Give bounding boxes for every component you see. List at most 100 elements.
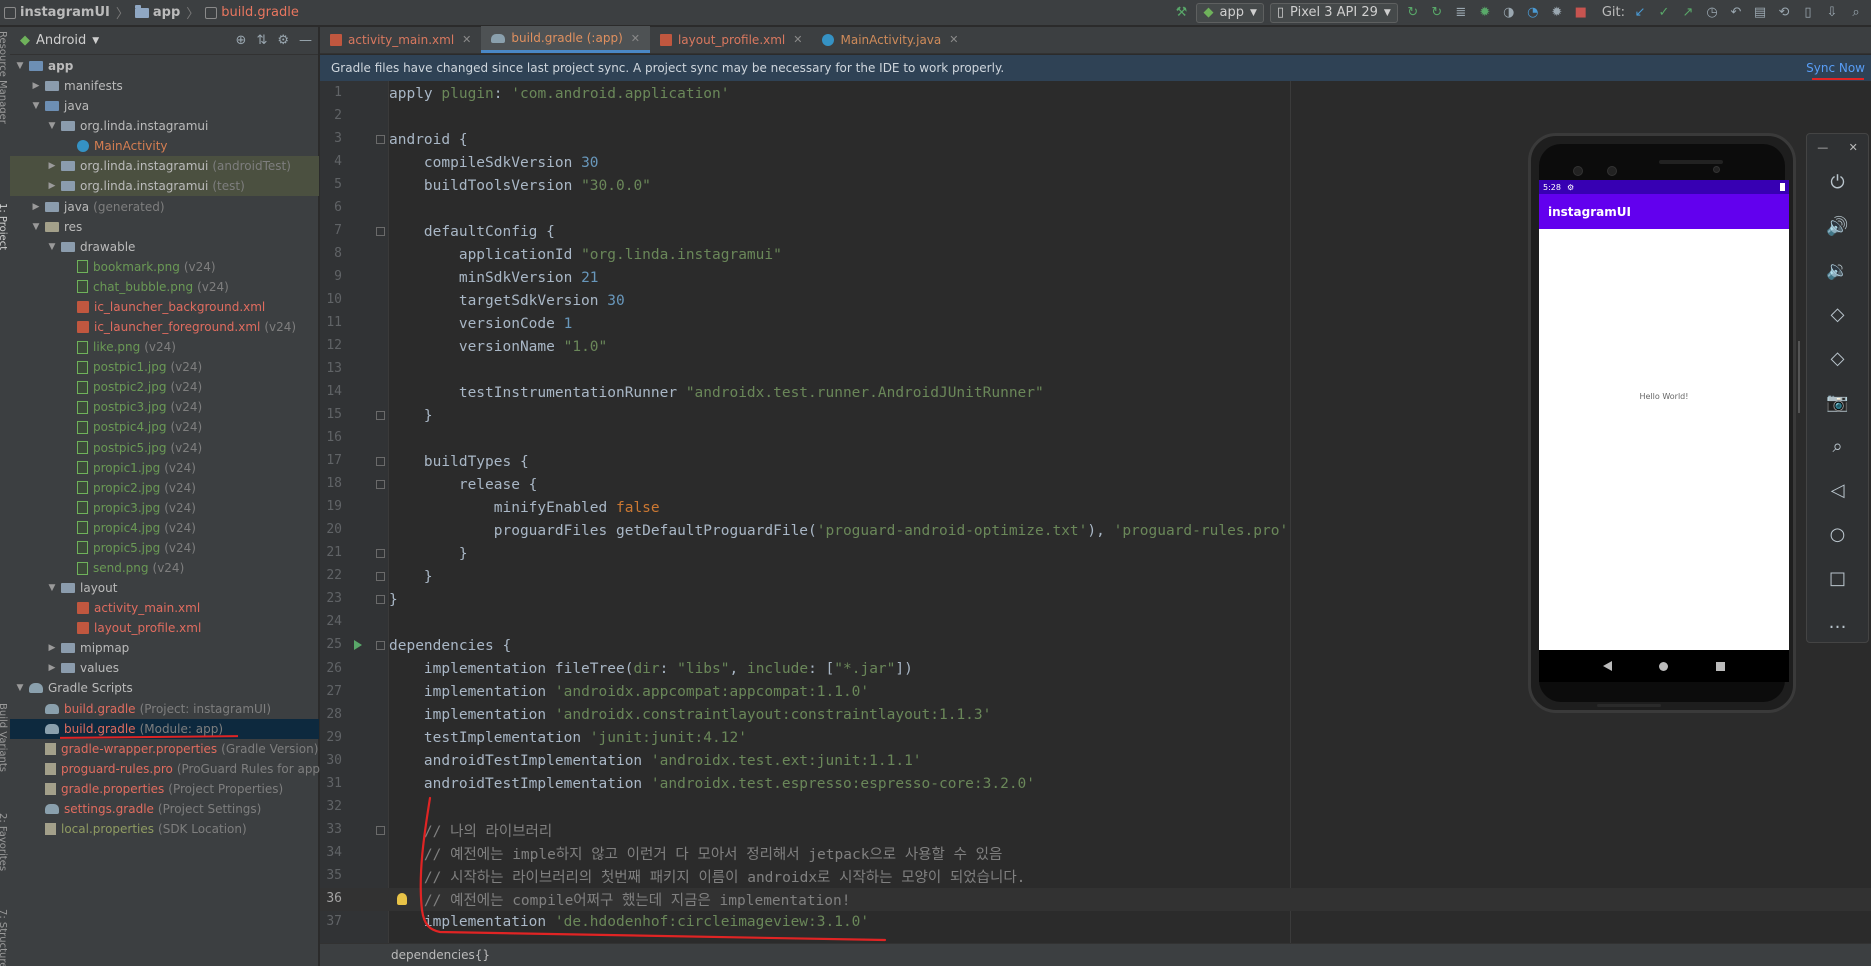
- breadcrumb-module[interactable]: app: [134, 4, 180, 20]
- rotate-right-icon[interactable]: ◇: [1807, 336, 1868, 380]
- expand-right-icon[interactable]: ▶: [30, 202, 42, 212]
- expand-down-icon[interactable]: ▼: [14, 61, 26, 71]
- tree-item[interactable]: ▼ res: [10, 217, 319, 237]
- emulator-resize-handle[interactable]: [1798, 341, 1800, 413]
- minimize-icon[interactable]: —: [299, 33, 312, 48]
- fold-marker-icon[interactable]: [376, 480, 385, 490]
- volume-down-icon[interactable]: 🔉: [1807, 248, 1868, 292]
- tree-item[interactable]: propic1.jpg (v24): [10, 458, 319, 478]
- device-select[interactable]: ▯ Pixel 3 API 29 ▼: [1269, 2, 1398, 23]
- tab-activity-main-xml[interactable]: activity_main.xml ✕: [320, 26, 481, 53]
- fold-marker-icon[interactable]: [376, 457, 385, 467]
- tree-item[interactable]: chat_bubble.png (v24): [10, 277, 319, 297]
- tree-item[interactable]: postpic2.jpg (v24): [10, 377, 319, 397]
- build-variants-tab[interactable]: Build Variants: [0, 703, 8, 772]
- tab-build-gradle-app[interactable]: build.gradle (:app) ✕: [481, 26, 650, 53]
- tree-item[interactable]: propic4.jpg (v24): [10, 518, 319, 538]
- resource-manager-tab[interactable]: Resource Manager: [0, 31, 8, 124]
- home-icon[interactable]: ○: [1807, 512, 1868, 556]
- search-icon[interactable]: ⌕: [1847, 4, 1865, 22]
- breadcrumb-file[interactable]: build.gradle: [205, 5, 299, 20]
- tree-item[interactable]: ▶ java (generated): [10, 197, 319, 217]
- tree-item[interactable]: ic_launcher_background.xml: [10, 297, 319, 317]
- expand-down-icon[interactable]: ▼: [46, 583, 58, 593]
- attach-process-icon[interactable]: ✹: [1548, 4, 1566, 22]
- sync-gradle-icon[interactable]: ⟲: [1775, 4, 1793, 22]
- tree-item[interactable]: ic_launcher_foreground.xml (v24): [10, 317, 319, 337]
- tree-item[interactable]: ▶ manifests: [10, 76, 319, 96]
- tree-item[interactable]: ▶ org.linda.instagramui (test): [10, 176, 319, 197]
- tree-item[interactable]: postpic4.jpg (v24): [10, 417, 319, 437]
- locate-icon[interactable]: ⊕: [236, 33, 247, 48]
- project-tool-tab[interactable]: 1: Project: [0, 203, 8, 250]
- tree-item[interactable]: ▼ org.linda.instagramui: [10, 116, 319, 136]
- nav-recents-icon[interactable]: [1716, 661, 1726, 671]
- gear-icon[interactable]: ⚙: [277, 33, 289, 48]
- tree-item[interactable]: like.png (v24): [10, 337, 319, 357]
- collapse-all-icon[interactable]: ⇅: [256, 33, 267, 48]
- emulator-screen[interactable]: 5:28 ⚙ instagramUI Hello World!: [1539, 180, 1789, 650]
- tree-item[interactable]: ▶ values: [10, 658, 319, 678]
- camera-icon[interactable]: 📷: [1807, 380, 1868, 424]
- expand-right-icon[interactable]: ▶: [30, 81, 42, 91]
- profile-icon[interactable]: ◔: [1524, 4, 1542, 22]
- tree-item[interactable]: build.gradle (Project: instagramUI): [10, 699, 319, 719]
- close-tab-icon[interactable]: ✕: [631, 32, 640, 45]
- tree-item[interactable]: ▼ Gradle Scripts: [10, 678, 319, 698]
- nav-back-icon[interactable]: [1602, 661, 1612, 671]
- tree-item[interactable]: send.png (v24): [10, 558, 319, 578]
- fold-marker-icon[interactable]: [376, 641, 385, 651]
- run-config-select[interactable]: ◆ app ▼: [1196, 2, 1264, 23]
- power-icon[interactable]: ⏻: [1807, 160, 1868, 204]
- expand-down-icon[interactable]: ▼: [30, 222, 42, 232]
- expand-down-icon[interactable]: ▼: [46, 242, 58, 252]
- fold-marker-icon[interactable]: [376, 825, 385, 835]
- tree-item[interactable]: ▼ drawable: [10, 237, 319, 257]
- tree-item[interactable]: postpic3.jpg (v24): [10, 397, 319, 417]
- expand-down-icon[interactable]: ▼: [14, 683, 26, 693]
- tree-item[interactable]: gradle.properties (Project Properties): [10, 779, 319, 799]
- tree-item[interactable]: proguard-rules.pro (ProGuard Rules for ap…: [10, 759, 325, 779]
- tab-mainactivity-java[interactable]: MainActivity.java ✕: [812, 26, 968, 53]
- tree-item[interactable]: gradle-wrapper.properties (Gradle Version…: [10, 739, 319, 759]
- expand-down-icon[interactable]: ▼: [30, 101, 42, 111]
- rotate-left-icon[interactable]: ◇: [1807, 292, 1868, 336]
- editor-breadcrumb-item[interactable]: dependencies{}: [391, 948, 490, 962]
- tree-item[interactable]: settings.gradle (Project Settings): [10, 799, 319, 819]
- tree-item[interactable]: ▼ app: [10, 56, 319, 76]
- fold-marker-icon[interactable]: [376, 549, 385, 559]
- close-tab-icon[interactable]: ✕: [793, 33, 802, 46]
- tree-item[interactable]: ▶ org.linda.instagramui (androidTest): [10, 156, 319, 177]
- sync-now-link[interactable]: Sync Now: [1806, 61, 1865, 75]
- rollback-icon[interactable]: ↶: [1727, 4, 1745, 22]
- git-push-icon[interactable]: ↗: [1679, 4, 1697, 22]
- stop-icon[interactable]: ■: [1572, 4, 1590, 22]
- attach-debugger-icon[interactable]: ≣: [1452, 4, 1470, 22]
- expand-down-icon[interactable]: ▼: [46, 121, 58, 131]
- back-icon[interactable]: ◁: [1807, 468, 1868, 512]
- structure-tab[interactable]: 7: Structure: [0, 909, 8, 966]
- expand-right-icon[interactable]: ▶: [46, 181, 58, 191]
- fold-marker-icon[interactable]: [376, 595, 385, 605]
- breadcrumb-project[interactable]: instagramUI: [4, 5, 110, 20]
- nav-home-icon[interactable]: [1659, 661, 1669, 671]
- minimize-icon[interactable]: —: [1817, 141, 1828, 154]
- tree-item[interactable]: bookmark.png (v24): [10, 257, 319, 277]
- close-tab-icon[interactable]: ✕: [949, 33, 958, 46]
- tree-item[interactable]: local.properties (SDK Location): [10, 819, 319, 839]
- favorites-tab[interactable]: 2: Favorites: [0, 813, 8, 871]
- close-icon[interactable]: ✕: [1849, 141, 1858, 154]
- sdk-manager-icon[interactable]: ⇩: [1823, 4, 1841, 22]
- history-icon[interactable]: ◷: [1703, 4, 1721, 22]
- tab-layout-profile-xml[interactable]: layout_profile.xml ✕: [650, 26, 813, 53]
- project-structure-icon[interactable]: ▤: [1751, 4, 1769, 22]
- close-tab-icon[interactable]: ✕: [462, 33, 471, 46]
- expand-right-icon[interactable]: ▶: [46, 663, 58, 673]
- volume-up-icon[interactable]: 🔊: [1807, 204, 1868, 248]
- tree-item[interactable]: ▶ mipmap: [10, 638, 319, 658]
- zoom-icon[interactable]: ⌕: [1807, 424, 1868, 468]
- project-view-select[interactable]: ◆ Android ▼: [20, 33, 99, 48]
- overview-icon[interactable]: □: [1807, 556, 1868, 600]
- tree-item[interactable]: MainActivity: [10, 136, 319, 156]
- expand-right-icon[interactable]: ▶: [46, 161, 58, 171]
